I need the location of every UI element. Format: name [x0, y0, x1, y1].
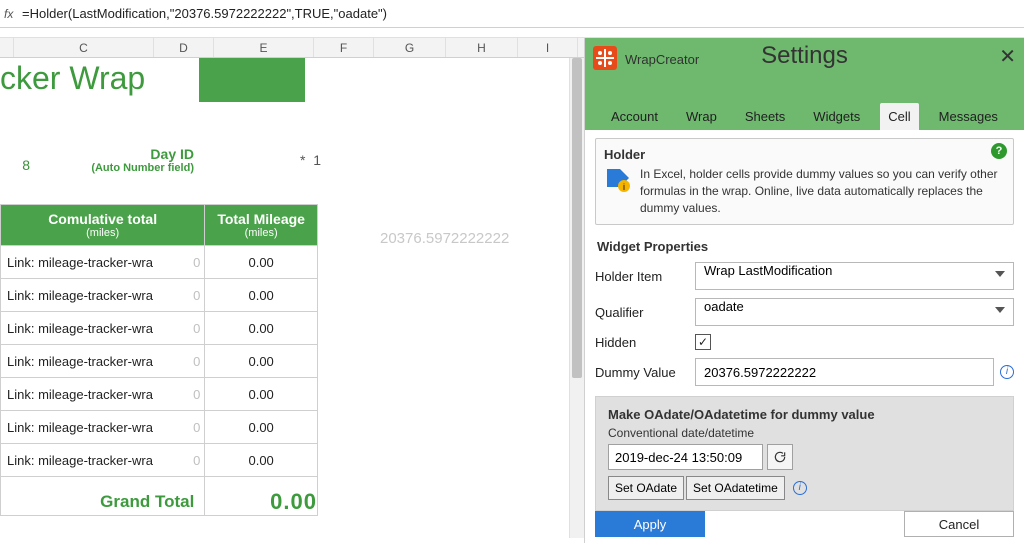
- col-header[interactable]: G: [374, 38, 446, 57]
- table-row-link[interactable]: Link: mileage-tracker-wra: [1, 411, 205, 444]
- holder-item-label: Holder Item: [595, 269, 695, 284]
- star-marker: *: [300, 152, 305, 168]
- col-header[interactable]: H: [446, 38, 518, 57]
- hidden-checkbox[interactable]: [695, 334, 711, 350]
- tab-widgets[interactable]: Widgets: [805, 103, 868, 130]
- oadate-helper-box: Make OAdate/OAdatetime for dummy value C…: [595, 396, 1014, 511]
- panel-tabs: Account Wrap Sheets Widgets Cell Messages: [585, 100, 1024, 130]
- set-oadate-button[interactable]: Set OAdate: [608, 476, 684, 500]
- panel-title: Settings: [585, 42, 1024, 70]
- holder-item-value: Wrap LastModification: [704, 263, 832, 278]
- holder-title: Holder: [604, 147, 1005, 162]
- table-row-link[interactable]: Link: mileage-tracker-wra: [1, 345, 205, 378]
- tab-sheets[interactable]: Sheets: [737, 103, 793, 130]
- qualifier-label: Qualifier: [595, 305, 695, 320]
- chevron-down-icon: [995, 307, 1005, 313]
- table-row-mileage: 0.00: [205, 246, 318, 279]
- table-row-mileage: 0.00: [205, 411, 318, 444]
- apply-button[interactable]: Apply: [595, 511, 705, 537]
- ribbon-gap: [0, 28, 1024, 38]
- close-icon[interactable]: ✕: [999, 44, 1016, 69]
- table-row-link[interactable]: Link: mileage-tracker-wra: [1, 246, 205, 279]
- svg-text:i: i: [623, 182, 625, 192]
- set-oadatetime-button[interactable]: Set OAdatetime: [686, 476, 785, 500]
- chevron-down-icon: [995, 271, 1005, 277]
- cancel-button[interactable]: Cancel: [904, 511, 1014, 537]
- vertical-scrollbar[interactable]: [569, 58, 584, 538]
- day-id-label: Day ID: [0, 146, 194, 162]
- table-row-mileage: 0.00: [205, 312, 318, 345]
- table-row-link[interactable]: Link: mileage-tracker-wra: [1, 279, 205, 312]
- table-row-link[interactable]: Link: mileage-tracker-wra: [1, 312, 205, 345]
- tab-messages[interactable]: Messages: [931, 103, 1006, 130]
- help-icon[interactable]: ?: [991, 143, 1007, 159]
- day-id-sublabel: (Auto Number field): [0, 162, 194, 174]
- holder-item-select[interactable]: Wrap LastModification: [695, 262, 1014, 290]
- table-row-mileage: 0.00: [205, 378, 318, 411]
- refresh-icon[interactable]: [767, 444, 793, 470]
- grand-total-label: Grand Total: [1, 477, 205, 516]
- holder-info-box: ? Holder i In Excel, holder cells provid…: [595, 138, 1014, 225]
- panel-body: ? Holder i In Excel, holder cells provid…: [585, 130, 1024, 519]
- col-header-main: Comulative total: [48, 211, 157, 227]
- tab-cell[interactable]: Cell: [880, 103, 918, 130]
- col-header-main: Total Mileage: [217, 211, 305, 227]
- selected-cell-highlight[interactable]: [199, 58, 305, 102]
- oadate-float-cell: 20376.5972222222: [380, 230, 509, 247]
- col-header[interactable]: F: [314, 38, 374, 57]
- table-row-link[interactable]: Link: mileage-tracker-wra: [1, 444, 205, 477]
- col-header[interactable]: E: [214, 38, 314, 57]
- widget-properties-title: Widget Properties: [597, 239, 1014, 254]
- table-row-link[interactable]: Link: mileage-tracker-wra: [1, 378, 205, 411]
- oadate-sub: Conventional date/datetime: [608, 426, 1001, 440]
- col-header-sub: (miles): [209, 227, 313, 239]
- table-row-mileage: 0.00: [205, 279, 318, 312]
- day-id-block: Day ID (Auto Number field): [0, 146, 200, 174]
- table-row-mileage: 0.00: [205, 444, 318, 477]
- dummy-value-input[interactable]: [695, 358, 994, 386]
- holder-description: In Excel, holder cells provide dummy val…: [640, 166, 1005, 216]
- dummy-value-label: Dummy Value: [595, 365, 695, 380]
- grand-total-value: 0.00: [205, 477, 318, 516]
- col-header[interactable]: [0, 38, 14, 57]
- tab-account[interactable]: Account: [603, 103, 666, 130]
- col-header-sub: (miles): [5, 227, 200, 239]
- col-header[interactable]: D: [154, 38, 214, 57]
- wrapcreator-panel: WrapCreator Settings ✕ Account Wrap Sheets…: [584, 38, 1024, 543]
- sheet-title: cker Wrap: [0, 60, 145, 97]
- info-icon[interactable]: i: [793, 481, 807, 495]
- hidden-label: Hidden: [595, 335, 695, 350]
- panel-footer: Apply Cancel: [595, 511, 1014, 537]
- info-icon[interactable]: i: [1000, 365, 1014, 379]
- col-header-cumulative: Comulative total (miles): [1, 205, 205, 246]
- mileage-table: Comulative total (miles) Total Mileage (…: [0, 204, 318, 516]
- formula-text[interactable]: =Holder(LastModification,"20376.59722222…: [22, 6, 387, 21]
- qualifier-select[interactable]: oadate: [695, 298, 1014, 326]
- conventional-date-input[interactable]: [608, 444, 763, 470]
- qualifier-value: oadate: [704, 299, 744, 314]
- table-row-mileage: 0.00: [205, 345, 318, 378]
- tab-wrap[interactable]: Wrap: [678, 103, 725, 130]
- col-header[interactable]: I: [518, 38, 578, 57]
- panel-header: WrapCreator Settings ✕: [585, 38, 1024, 100]
- holder-tag-icon: i: [604, 166, 632, 194]
- col-header-total: Total Mileage (miles): [205, 205, 318, 246]
- formula-bar: fx =Holder(LastModification,"20376.59722…: [0, 0, 1024, 28]
- fx-icon[interactable]: fx: [4, 7, 22, 21]
- col-header[interactable]: C: [14, 38, 154, 57]
- star-value: 1: [313, 152, 321, 168]
- star-cell: * 1: [300, 152, 321, 168]
- oadate-title: Make OAdate/OAdatetime for dummy value: [608, 407, 1001, 422]
